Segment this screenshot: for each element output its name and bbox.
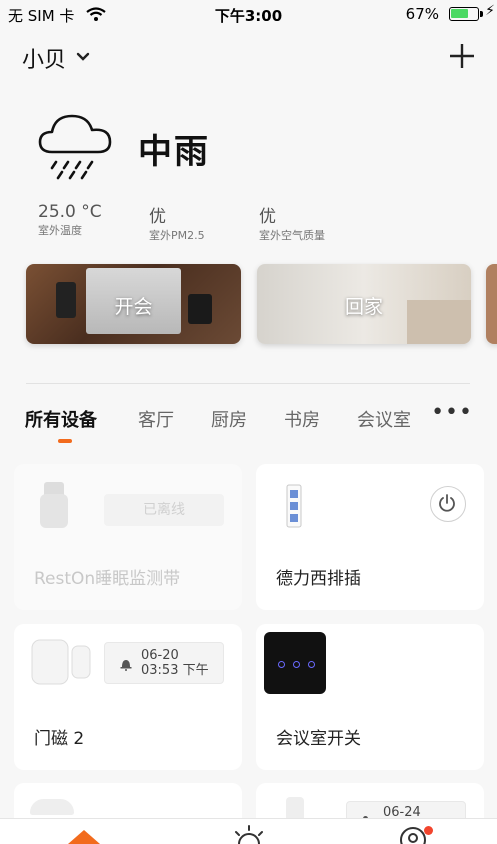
scene-card-home[interactable]: 回家	[257, 264, 471, 344]
bell-icon	[120, 660, 132, 671]
tab-all-devices[interactable]: 所有设备	[25, 406, 97, 432]
weather-stat-label: 室外空气质量	[259, 229, 325, 242]
scene-label: 回家	[344, 296, 383, 318]
battery-percent: 67%	[405, 5, 439, 23]
switch-led	[278, 661, 285, 668]
notification-dot	[424, 826, 433, 835]
weather-stat-value: 优	[259, 207, 276, 227]
weather-stat-value: 优	[149, 207, 166, 227]
trigger-time: 03:53 下午	[141, 663, 209, 678]
device-name: 德力西排插	[276, 569, 361, 589]
weather-stat: 优 室外空气质量	[259, 202, 325, 243]
device-card[interactable]: 已离线 RestOn睡眠监测带	[14, 464, 242, 610]
device-name: 门磁 2	[34, 729, 85, 749]
bottom-nav	[0, 818, 497, 844]
more-tabs-button[interactable]: •••	[431, 400, 473, 425]
offline-badge: 已离线	[104, 494, 224, 526]
weather-stat-label: 室外PM2.5	[149, 229, 205, 242]
battery-fill	[451, 9, 468, 18]
switch-led	[308, 661, 315, 668]
switch-led	[293, 661, 300, 668]
scene-card-partial[interactable]	[486, 264, 497, 344]
weather-stat: 25.0 °C 室外温度	[38, 202, 102, 238]
battery-cap	[480, 11, 483, 17]
home-tab-icon[interactable]	[68, 829, 100, 844]
trigger-date: 06-20	[141, 648, 179, 663]
divider	[26, 383, 470, 384]
sleep-band-device-icon	[40, 482, 68, 528]
power-toggle-button[interactable]	[430, 486, 466, 522]
add-device-button[interactable]	[449, 36, 475, 78]
home-name: 小贝	[22, 48, 67, 73]
chevron-down-icon	[76, 52, 90, 61]
charging-bolt-icon: ⚡	[485, 3, 495, 19]
last-trigger-box: 06-20 03:53 下午	[104, 642, 224, 684]
scene-tab-icon[interactable]	[232, 825, 266, 844]
weather-condition: 中雨	[138, 132, 210, 172]
rain-cloud-icon	[38, 114, 112, 180]
power-strip-device-icon	[286, 484, 302, 528]
active-tab-indicator	[58, 439, 72, 443]
tab-kitchen[interactable]: 厨房	[211, 406, 247, 432]
device-card[interactable]: 德力西排插	[256, 464, 484, 610]
device-name: 会议室开关	[276, 729, 361, 749]
weather-stat-label: 室外温度	[38, 224, 82, 237]
power-icon	[439, 494, 455, 512]
smoke-detector-device-icon	[30, 799, 74, 815]
plus-icon	[450, 44, 474, 68]
device-card[interactable]: 会议室开关	[256, 624, 484, 770]
device-name: RestOn睡眠监测带	[34, 569, 181, 589]
tab-study[interactable]: 书房	[284, 406, 320, 432]
battery-icon	[449, 7, 479, 21]
scene-label: 开会	[114, 296, 153, 318]
scene-card-meeting[interactable]: 开会	[26, 264, 241, 344]
tab-living-room[interactable]: 客厅	[138, 406, 174, 432]
wall-switch-device-icon	[264, 632, 326, 694]
tab-meeting-room[interactable]: 会议室	[357, 406, 411, 432]
door-sensor-device-icon	[31, 639, 91, 685]
home-selector[interactable]: 小贝	[22, 42, 102, 73]
weather-stat-value: 25.0 °C	[38, 202, 102, 222]
status-bar: 无 SIM 卡 下午3:00 67% ⚡	[0, 0, 497, 28]
weather-stat: 优 室外PM2.5	[149, 202, 205, 243]
device-card[interactable]: 06-20 03:53 下午 门磁 2	[14, 624, 242, 770]
